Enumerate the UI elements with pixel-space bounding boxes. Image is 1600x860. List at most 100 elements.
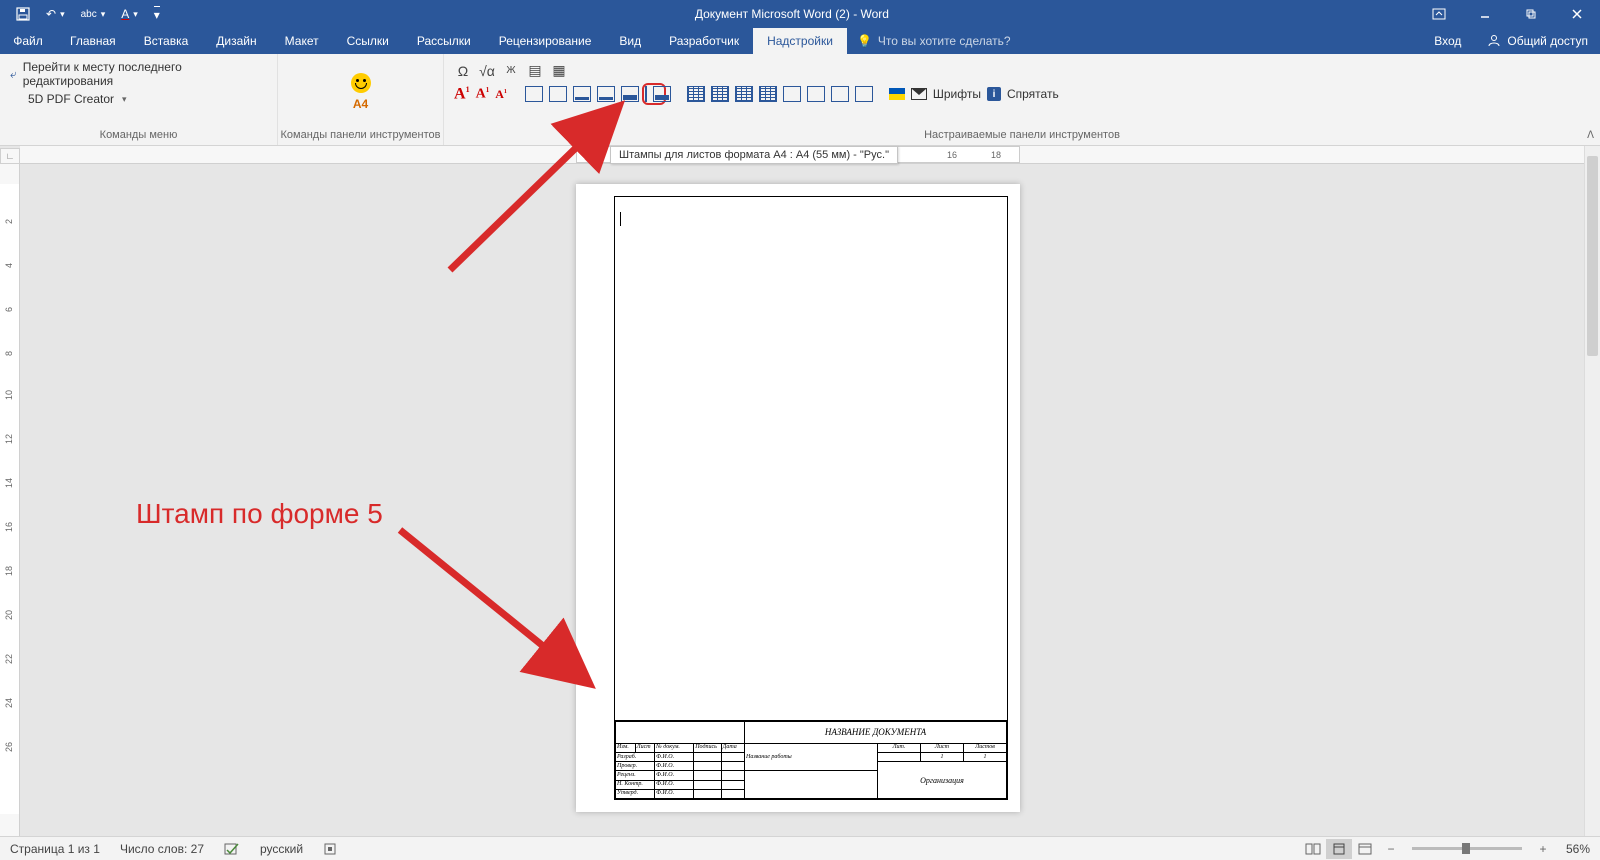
fonts-button[interactable]: Шрифты bbox=[933, 87, 981, 101]
stamp-fio: Ф.И.О. bbox=[655, 762, 694, 771]
tellme-search[interactable]: 💡 Что вы хотите сделать? bbox=[847, 28, 1011, 54]
window-title: Документ Microsoft Word (2) - Word bbox=[168, 7, 1416, 21]
stamp-h-list2: Лист bbox=[920, 743, 963, 752]
sqrt-button[interactable]: √α bbox=[478, 63, 496, 79]
close-button[interactable] bbox=[1554, 0, 1600, 28]
ruler-corner[interactable]: ∟ bbox=[0, 148, 20, 164]
signin-button[interactable]: Вход bbox=[1420, 28, 1475, 54]
stamp-h-ndoc: № докум. bbox=[655, 743, 694, 752]
tab-insert[interactable]: Вставка bbox=[130, 28, 203, 54]
zoom-slider[interactable] bbox=[1412, 847, 1522, 850]
tab-view[interactable]: Вид bbox=[605, 28, 655, 54]
titlebar: ↶▾ abc▾ A▾ ▾ Документ Microsoft Word (2)… bbox=[0, 0, 1600, 28]
annotation-text: Штамп по форме 5 bbox=[136, 498, 383, 530]
minimize-button[interactable] bbox=[1462, 0, 1508, 28]
ruler-tick: 20 bbox=[4, 610, 14, 620]
tab-design[interactable]: Дизайн bbox=[202, 28, 270, 54]
stamp-h-lit: Лит. bbox=[877, 743, 920, 752]
frame-plain6-button[interactable] bbox=[855, 86, 873, 102]
spellcheck-status[interactable] bbox=[214, 842, 250, 856]
page-status[interactable]: Страница 1 из 1 bbox=[0, 842, 110, 856]
zoom-out-button[interactable]: − bbox=[1378, 839, 1404, 859]
word-count[interactable]: Число слов: 27 bbox=[110, 842, 214, 856]
smiley-icon[interactable] bbox=[351, 73, 371, 93]
ruler-tick: 10 bbox=[4, 390, 14, 400]
stamp-h-list: Лист bbox=[635, 743, 655, 752]
frame-grid4-button[interactable] bbox=[759, 86, 777, 102]
tab-mailings[interactable]: Рассылки bbox=[403, 28, 485, 54]
share-icon bbox=[1487, 33, 1501, 50]
tellme-placeholder: Что вы хотите сделать? bbox=[878, 34, 1011, 48]
return-icon: ⤶ bbox=[10, 67, 17, 82]
collapse-ribbon-button[interactable]: ᐱ bbox=[1587, 130, 1594, 141]
tab-review[interactable]: Рецензирование bbox=[485, 28, 606, 54]
tab-developer[interactable]: Разработчик bbox=[655, 28, 753, 54]
frame-plain4-button[interactable] bbox=[807, 86, 825, 102]
info-icon[interactable]: i bbox=[987, 87, 1001, 101]
vertical-ruler[interactable]: 2 4 6 8 10 12 14 16 18 20 22 24 26 bbox=[0, 164, 20, 836]
group-toolbar-commands: А4 Команды панели инструментов bbox=[278, 54, 444, 145]
ruler-tick: 18 bbox=[991, 150, 1001, 160]
text-button[interactable]: Ж bbox=[502, 65, 520, 76]
tab-addins[interactable]: Надстройки bbox=[753, 28, 847, 54]
share-button[interactable]: Общий доступ bbox=[1475, 28, 1600, 54]
undo-button[interactable]: ↶▾ bbox=[38, 0, 73, 28]
frame-plain3-button[interactable] bbox=[783, 86, 801, 102]
hide-button[interactable]: Спрятать bbox=[1007, 87, 1059, 101]
ribbon: ⤶ Перейти к месту последнего редактирова… bbox=[0, 54, 1600, 146]
save-button[interactable] bbox=[8, 0, 38, 28]
grid-button[interactable]: ▦ bbox=[550, 62, 568, 79]
frame-plain5-button[interactable] bbox=[831, 86, 849, 102]
pdf-creator-label: 5D PDF Creator bbox=[28, 92, 114, 106]
ruler-tick: 14 bbox=[4, 478, 14, 488]
stamp-fio: Ф.И.О. bbox=[655, 752, 694, 761]
frame-bottom4-button[interactable] bbox=[653, 86, 671, 102]
stamp-doc-title: НАЗВАНИЕ ДОКУМЕНТА bbox=[745, 722, 1007, 744]
stamp-h-date: Дата bbox=[721, 743, 744, 752]
ruler-tick: 24 bbox=[4, 698, 14, 708]
font-color-button[interactable]: A▾ bbox=[113, 0, 146, 28]
tab-references[interactable]: Ссылки bbox=[333, 28, 403, 54]
zoom-level[interactable]: 56% bbox=[1556, 842, 1600, 856]
zoom-in-button[interactable]: + bbox=[1530, 839, 1556, 859]
stamp-r-razrab: Разраб. bbox=[616, 752, 655, 761]
tab-layout[interactable]: Макет bbox=[271, 28, 333, 54]
ruler-tick: 18 bbox=[4, 566, 14, 576]
ribbon-display-button[interactable] bbox=[1416, 0, 1462, 28]
pdf-creator-button[interactable]: 5D PDF Creator ▾ bbox=[10, 92, 127, 106]
share-label: Общий доступ bbox=[1507, 34, 1588, 48]
page[interactable]: НАЗВАНИЕ ДОКУМЕНТА Изм. Лист № докум. По… bbox=[576, 184, 1020, 812]
spellcheck-button[interactable]: abc▾ bbox=[73, 0, 114, 28]
envelope-button[interactable] bbox=[911, 88, 927, 100]
tab-file[interactable]: Файл bbox=[0, 28, 56, 54]
vertical-scrollbar[interactable] bbox=[1584, 146, 1600, 836]
language-status[interactable]: русский bbox=[250, 842, 313, 856]
ruler-tick: 8 bbox=[4, 351, 14, 356]
tab-home[interactable]: Главная bbox=[56, 28, 130, 54]
maximize-button[interactable] bbox=[1508, 0, 1554, 28]
stamp-fio: Ф.И.О. bbox=[655, 780, 694, 789]
stamp-org: Организация bbox=[877, 762, 1006, 799]
macro-status[interactable] bbox=[313, 842, 347, 856]
ruler-tick: 16 bbox=[4, 522, 14, 532]
ruler-tick: 12 bbox=[4, 434, 14, 444]
table-button[interactable]: ▤ bbox=[526, 62, 544, 79]
scroll-thumb[interactable] bbox=[1587, 156, 1598, 356]
view-web-button[interactable] bbox=[1352, 839, 1378, 859]
stamp-r-nkontr: Н. Контр. bbox=[616, 780, 655, 789]
qat-customize-button[interactable]: ▾ bbox=[146, 0, 168, 28]
ruler-tick: 26 bbox=[4, 742, 14, 752]
view-print-button[interactable] bbox=[1326, 839, 1352, 859]
frame-grid2-button[interactable] bbox=[711, 86, 729, 102]
frame-grid3-button[interactable] bbox=[735, 86, 753, 102]
return-last-edit-button[interactable]: ⤶ Перейти к месту последнего редактирова… bbox=[10, 60, 267, 88]
group-menu-commands: ⤶ Перейти к месту последнего редактирова… bbox=[0, 54, 278, 145]
frame-grid1-button[interactable] bbox=[687, 86, 705, 102]
stamp-fio: Ф.И.О. bbox=[655, 789, 694, 798]
ukraine-flag-button[interactable] bbox=[889, 88, 905, 100]
view-read-button[interactable] bbox=[1300, 839, 1326, 859]
omega-button[interactable]: Ω bbox=[454, 63, 472, 79]
a4-button[interactable]: А4 bbox=[353, 97, 368, 111]
ruler-tick: 2 bbox=[4, 219, 14, 224]
return-edit-label: Перейти к месту последнего редактировани… bbox=[23, 60, 267, 88]
